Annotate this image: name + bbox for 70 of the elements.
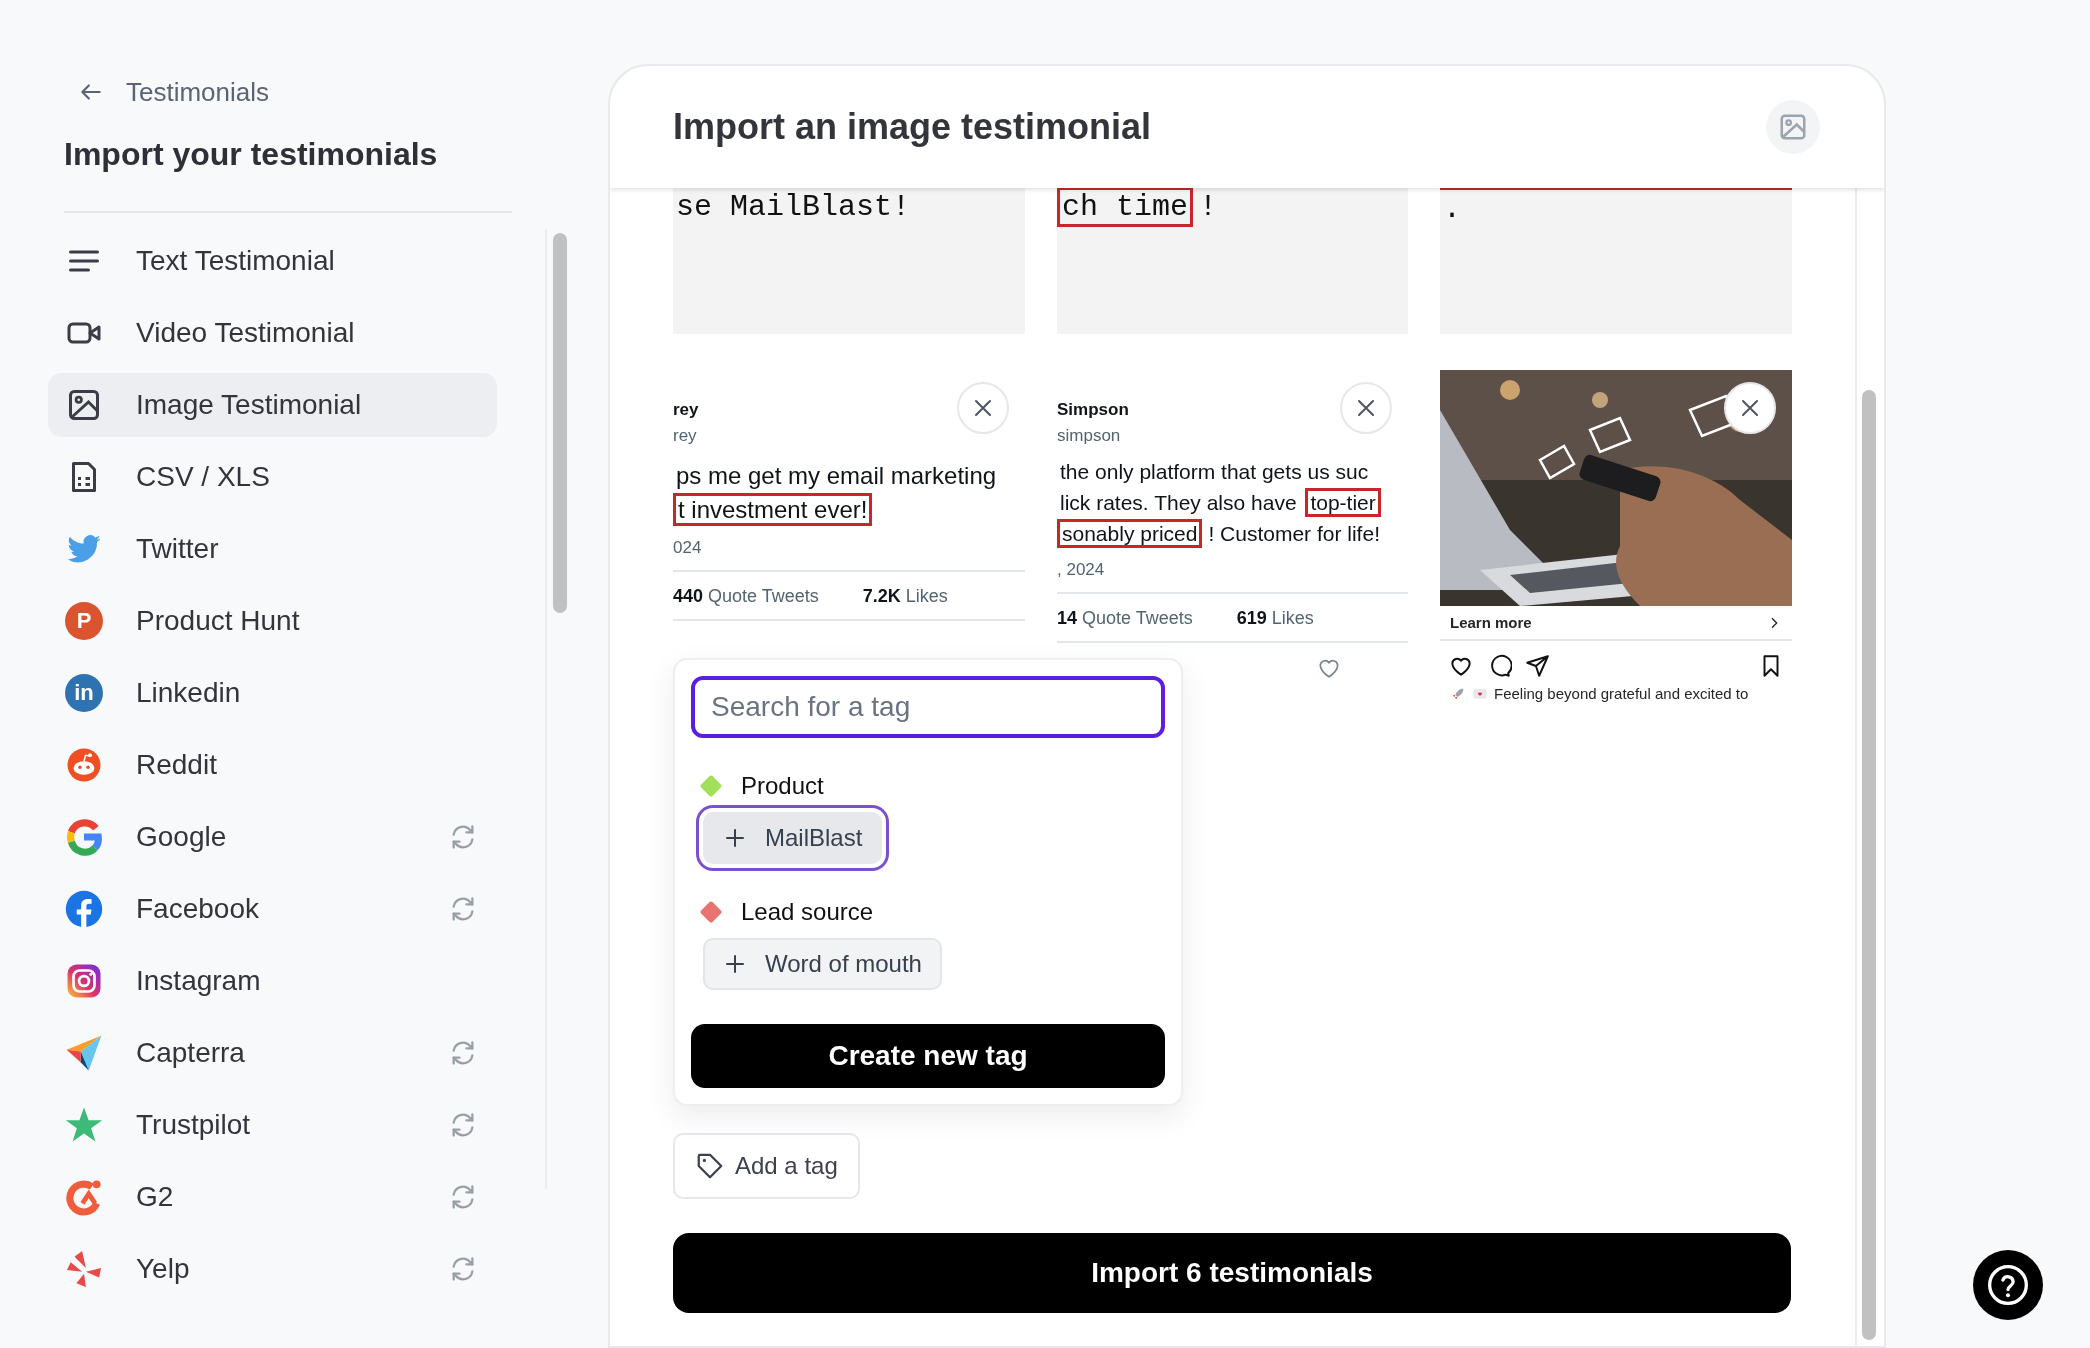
tag-group-name: Product bbox=[741, 772, 824, 800]
sidebar-item[interactable]: Video Testimonial bbox=[48, 301, 497, 365]
sidebar-item[interactable]: Instagram bbox=[48, 949, 497, 1013]
refresh-icon bbox=[449, 1255, 477, 1283]
sidebar-item[interactable]: CSV / XLS bbox=[48, 445, 497, 509]
add-tag-button[interactable]: Add a tag bbox=[673, 1133, 860, 1199]
tweet-date: 024 bbox=[673, 538, 702, 558]
sidebar-item[interactable]: P Product Hunt bbox=[48, 589, 497, 653]
tag-icon bbox=[695, 1151, 725, 1181]
author-handle: rey bbox=[673, 426, 698, 446]
camera-icon bbox=[66, 963, 102, 999]
sidebar-item[interactable]: Reddit bbox=[48, 733, 497, 797]
sidebar-item[interactable]: Text Testimonial bbox=[48, 229, 497, 293]
arc-icon bbox=[65, 1178, 103, 1216]
sidebar-item[interactable]: Yelp bbox=[48, 1237, 497, 1301]
letter-badge: in bbox=[65, 674, 103, 712]
sidebar-item[interactable]: Image Testimonial bbox=[48, 373, 497, 437]
author-name: rey bbox=[673, 400, 699, 420]
paper-plane-icon bbox=[65, 1034, 103, 1072]
import-button[interactable]: Import 6 testimonials bbox=[673, 1233, 1791, 1313]
tweet-text-line: the only platform that gets us suc bbox=[1059, 460, 1370, 484]
close-button[interactable] bbox=[957, 382, 1009, 434]
help-icon bbox=[1986, 1263, 2030, 1307]
tag-search-field[interactable]: Search for a tag bbox=[691, 676, 1165, 738]
f-logo-icon bbox=[65, 890, 103, 928]
paper-plane-icon bbox=[1524, 653, 1550, 679]
sidebar-item[interactable]: Capterra bbox=[48, 1021, 497, 1085]
tweet-stat: 7.2K Likes bbox=[862, 586, 948, 607]
refresh-icon bbox=[449, 1183, 477, 1211]
image-icon bbox=[66, 387, 102, 423]
scrollbar-thumb[interactable] bbox=[1862, 390, 1876, 1340]
alien-head-icon bbox=[66, 747, 102, 783]
author-handle: simpson bbox=[1057, 426, 1122, 446]
refresh-icon bbox=[449, 823, 477, 851]
sidebar-item[interactable]: Trustpilot bbox=[48, 1093, 497, 1157]
burst-icon bbox=[66, 1251, 102, 1287]
plus-icon bbox=[723, 952, 747, 976]
refresh-icon bbox=[449, 895, 477, 923]
refresh-icon bbox=[449, 1039, 477, 1067]
tag-option[interactable]: Word of mouth bbox=[703, 938, 942, 990]
image-icon bbox=[1778, 112, 1808, 142]
testimonial-image: . bbox=[1440, 188, 1792, 334]
tweet-text-line: ps me get my email marketing bbox=[675, 462, 998, 490]
panel-title: Import an image testimonial bbox=[673, 106, 1152, 148]
tweet-stat: 440 Quote Tweets bbox=[673, 586, 819, 607]
multicolor-ring-icon bbox=[65, 818, 103, 856]
sidebar-item[interactable]: Google bbox=[48, 805, 497, 869]
close-button[interactable] bbox=[1340, 382, 1392, 434]
tweet-text-line: lick rates. They also have top-tier bbox=[1057, 491, 1384, 515]
tag-group-name: Lead source bbox=[741, 898, 874, 926]
tweet-stat: 619 Likes bbox=[1236, 608, 1314, 629]
testimonial-image: se MailBlast! bbox=[673, 188, 1025, 334]
testimonial-image: ch time ! bbox=[1057, 188, 1408, 334]
create-tag-button[interactable]: Create new tag bbox=[691, 1024, 1165, 1088]
back-link[interactable]: Testimonials bbox=[126, 76, 270, 108]
star-icon bbox=[65, 1106, 103, 1144]
sidebar-item[interactable]: in Linkedin bbox=[48, 661, 497, 725]
sidebar-title: Import your testimonials bbox=[64, 136, 439, 173]
author-name: Simpson bbox=[1057, 400, 1129, 420]
sidebar-item[interactable]: G2 bbox=[48, 1165, 497, 1229]
tweet-date: , 2024 bbox=[1057, 560, 1105, 580]
tweet-stat: 14 Quote Tweets bbox=[1057, 608, 1193, 629]
scrollbar-thumb[interactable] bbox=[553, 233, 567, 613]
post-caption: Feeling beyond grateful and excited to bbox=[1494, 685, 1749, 702]
sidebar-item[interactable]: Twitter bbox=[48, 517, 497, 581]
sidebar-item[interactable]: Facebook bbox=[48, 877, 497, 941]
learn-more-link[interactable]: Learn more bbox=[1450, 614, 1532, 631]
letter-badge: P bbox=[65, 602, 103, 640]
refresh-icon bbox=[449, 1111, 477, 1139]
plus-icon bbox=[723, 826, 747, 850]
